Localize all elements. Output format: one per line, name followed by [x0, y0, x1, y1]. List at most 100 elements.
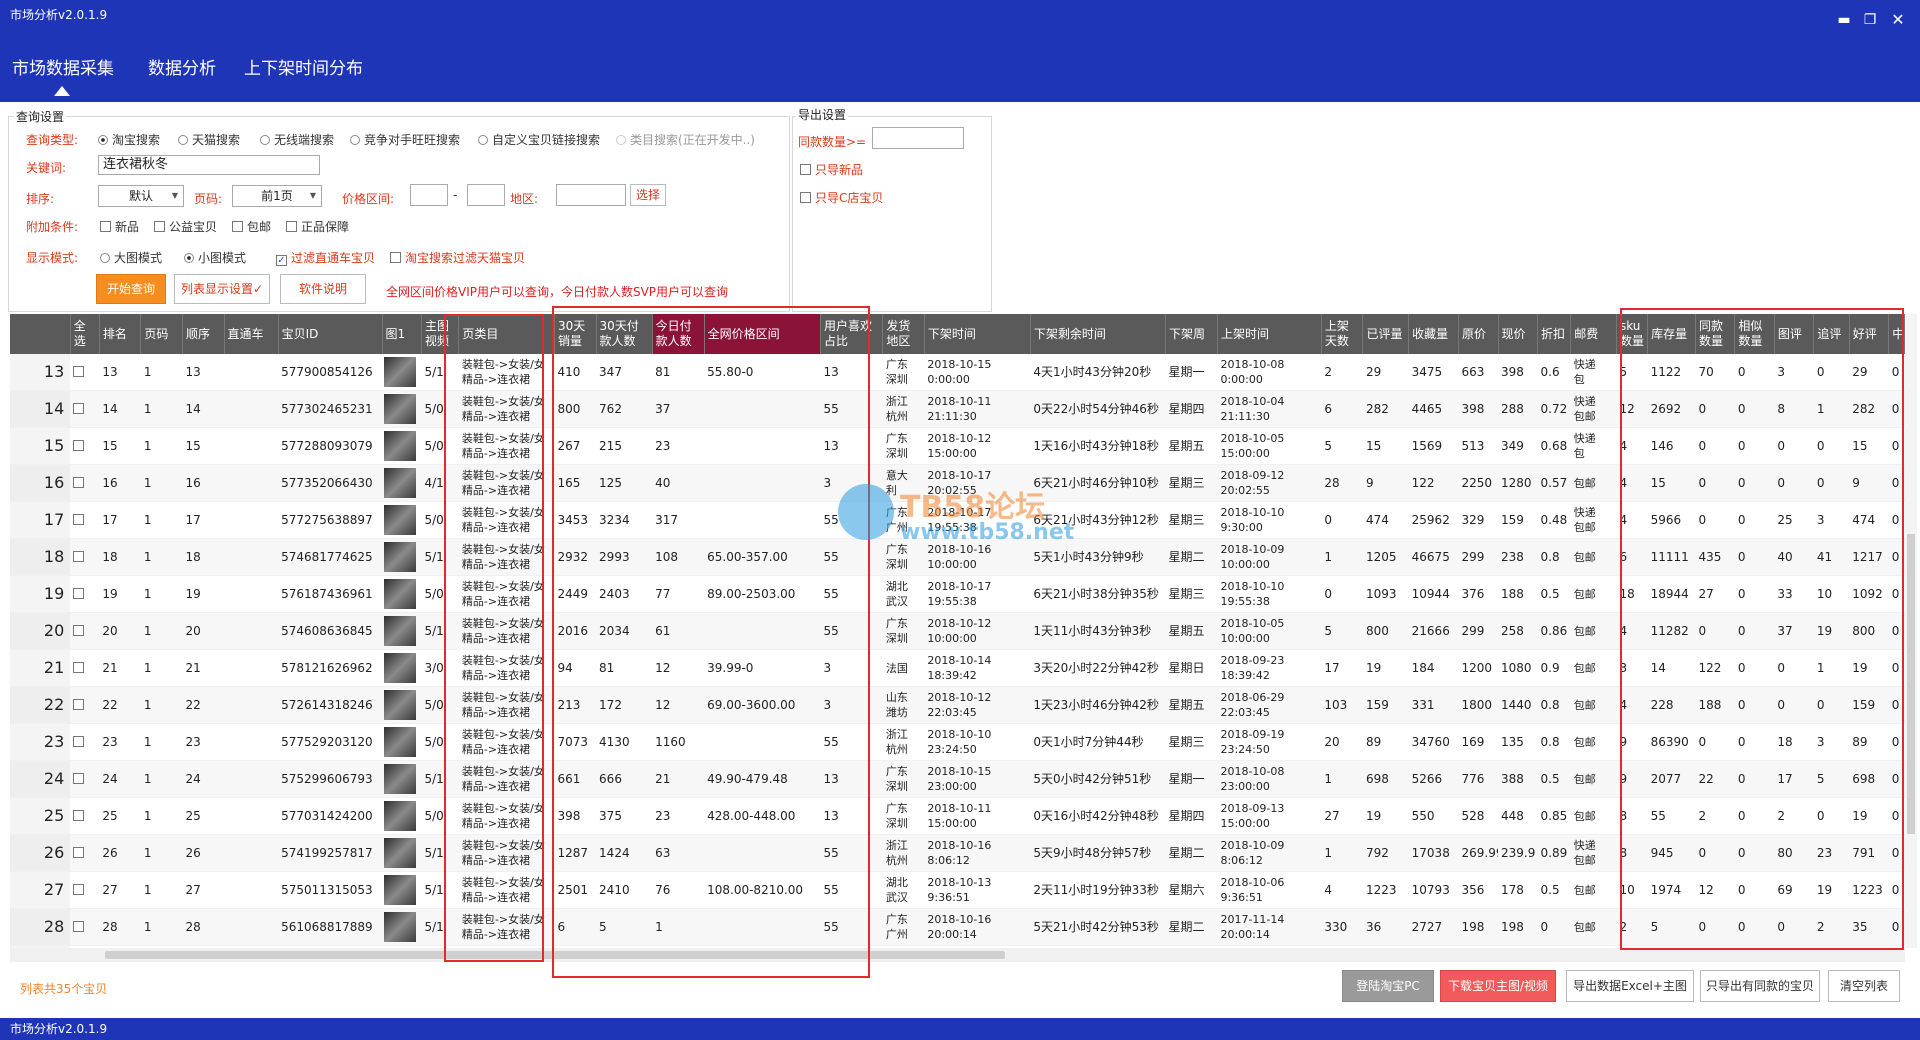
row-checkbox-icon[interactable] — [73, 477, 85, 488]
price-min-input[interactable] — [410, 184, 448, 206]
item-thumbnail[interactable] — [384, 764, 416, 794]
table-row[interactable]: 18 18 1 18 574681774625 5/1 装鞋包->女装/女 精品->连衣裙 29… — [10, 538, 1905, 576]
table-row[interactable]: 26 26 1 26 574199257817 5/1 装鞋包->女装/女 精品->连衣裙 12… — [10, 834, 1905, 872]
table-row[interactable]: 14 14 1 14 577302465231 5/0 装鞋包->女装/女 精品->连衣裙 80… — [10, 390, 1905, 428]
header-good-reviews[interactable]: 好评 — [1849, 314, 1890, 354]
cell-image[interactable] — [382, 649, 422, 687]
header-on-time[interactable]: 上架时间 — [1217, 314, 1322, 354]
cell-image[interactable] — [382, 575, 422, 613]
row-checkbox[interactable] — [70, 797, 100, 835]
export-same-items-button[interactable]: 只导出有同款的宝贝 — [1700, 970, 1820, 1002]
cell-image[interactable] — [382, 354, 422, 391]
table-row[interactable]: 23 23 1 23 577529203120 5/0 装鞋包->女装/女 精品->连衣裙 70… — [10, 723, 1905, 761]
header-postage[interactable]: 邮费 — [1570, 314, 1617, 354]
vertical-scroll-thumb[interactable] — [1907, 534, 1915, 834]
row-checkbox-icon[interactable] — [73, 514, 85, 525]
row-checkbox-icon[interactable] — [73, 662, 85, 673]
checkbox-only-c-store[interactable]: 只导C店宝贝 — [800, 189, 883, 206]
cell-image[interactable] — [382, 464, 422, 502]
page-select[interactable]: 前1页 ▼ — [232, 185, 322, 207]
radio-large-image-mode[interactable]: 大图模式 — [100, 249, 162, 266]
cell-image[interactable] — [382, 797, 422, 835]
radio-tmall-search[interactable]: 天猫搜索 — [178, 131, 240, 148]
table-row[interactable]: 28 28 1 28 561068817889 5/1 装鞋包->女装/女 精品->连衣裙 6 5… — [10, 908, 1905, 946]
keyword-input[interactable]: 连衣裙秋冬 — [98, 155, 320, 175]
header-original-price[interactable]: 原价 — [1458, 314, 1499, 354]
price-max-input[interactable] — [467, 184, 505, 206]
item-thumbnail[interactable] — [384, 616, 416, 646]
header-rank[interactable]: 排名 — [99, 314, 142, 354]
checkbox-genuine[interactable]: 正品保障 — [286, 218, 349, 235]
clear-list-button[interactable]: 清空列表 — [1828, 970, 1900, 1002]
start-query-button[interactable]: 开始查询 — [96, 274, 166, 304]
cell-image[interactable] — [382, 686, 422, 724]
header-price-range[interactable]: 全网价格区间 — [704, 314, 822, 354]
row-checkbox-icon[interactable] — [73, 699, 85, 710]
cell-image[interactable] — [382, 760, 422, 798]
header-sku-count[interactable]: sku数量 — [1616, 314, 1649, 354]
row-checkbox-icon[interactable] — [73, 921, 85, 932]
table-row[interactable]: 22 22 1 22 572614318246 5/0 装鞋包->女装/女 精品->连衣裙 21… — [10, 686, 1905, 724]
header-select-all[interactable]: 全选 — [70, 314, 100, 354]
header-main-video[interactable]: 主图视频 — [421, 314, 460, 354]
radio-competitor-search[interactable]: 竞争对手旺旺搜索 — [350, 131, 460, 148]
row-checkbox-icon[interactable] — [73, 884, 85, 895]
item-thumbnail[interactable] — [384, 912, 416, 942]
row-checkbox[interactable] — [70, 760, 100, 798]
header-current-price[interactable]: 现价 — [1498, 314, 1539, 354]
cell-image[interactable] — [382, 908, 422, 946]
header-off-week[interactable]: 下架周 — [1165, 314, 1218, 354]
header-off-time[interactable]: 下架时间 — [924, 314, 1031, 354]
horizontal-scroll-thumb[interactable] — [105, 951, 1005, 959]
item-thumbnail[interactable] — [384, 727, 416, 757]
table-row[interactable]: 15 15 1 15 577288093079 5/0 装鞋包->女装/女 精品->连衣裙 26… — [10, 427, 1905, 465]
header-payers-30d[interactable]: 30天付款人数 — [596, 314, 653, 354]
row-checkbox[interactable] — [70, 538, 100, 576]
item-thumbnail[interactable] — [384, 801, 416, 831]
table-row[interactable]: 16 16 1 16 577352066430 4/1 装鞋包->女装/女 精品->连衣裙 16… — [10, 464, 1905, 502]
row-checkbox[interactable] — [70, 390, 100, 428]
region-input[interactable] — [556, 184, 626, 206]
header-payers-today[interactable]: 今日付款人数 — [652, 314, 705, 354]
checkbox-filter-tmall[interactable]: 淘宝搜索过滤天猫宝贝 — [390, 249, 525, 266]
same-count-input[interactable] — [872, 127, 964, 149]
header-same-count[interactable]: 同款数量 — [1695, 314, 1736, 354]
table-row[interactable]: 27 27 1 27 575011315053 5/1 装鞋包->女装/女 精品->连衣裙 25… — [10, 871, 1905, 909]
horizontal-scrollbar[interactable] — [10, 948, 1905, 962]
region-choose-button[interactable]: 选择 — [630, 184, 666, 206]
item-thumbnail[interactable] — [384, 468, 416, 498]
row-checkbox[interactable] — [70, 908, 100, 946]
minimize-icon[interactable]: ▬ — [1834, 10, 1854, 30]
row-checkbox-icon[interactable] — [73, 810, 85, 821]
table-row[interactable]: 17 17 1 17 577275638897 5/0 装鞋包->女装/女 精品->连衣裙 34… — [10, 501, 1905, 539]
header-favorites[interactable]: 收藏量 — [1408, 314, 1460, 354]
table-row[interactable]: 13 13 1 13 577900854126 5/1 装鞋包->女装/女 精品->连衣裙 41… — [10, 354, 1905, 391]
checkbox-free-shipping[interactable]: 包邮 — [232, 218, 271, 235]
row-checkbox-icon[interactable] — [73, 440, 85, 451]
item-thumbnail[interactable] — [384, 505, 416, 535]
checkbox-new[interactable]: 新品 — [100, 218, 139, 235]
header-on-days[interactable]: 上架天数 — [1321, 314, 1364, 354]
header-image[interactable]: 图1 — [382, 314, 422, 354]
cell-image[interactable] — [382, 612, 422, 650]
export-excel-button[interactable]: 导出数据Excel+主图 — [1566, 970, 1694, 1002]
table-row[interactable]: 24 24 1 24 575299606793 5/1 装鞋包->女装/女 精品->连衣裙 66… — [10, 760, 1905, 798]
header-neutral-reviews[interactable]: 中 — [1888, 314, 1905, 354]
radio-wireless-search[interactable]: 无线端搜索 — [260, 131, 334, 148]
cell-image[interactable] — [382, 427, 422, 465]
checkbox-filter-through-train[interactable]: ✓ 过滤直通车宝贝 — [276, 249, 375, 266]
login-taobao-button[interactable]: 登陆淘宝PC — [1342, 970, 1434, 1002]
item-thumbnail[interactable] — [384, 875, 416, 905]
row-checkbox[interactable] — [70, 871, 100, 909]
header-similar-count[interactable]: 相似数量 — [1734, 314, 1775, 354]
row-checkbox-icon[interactable] — [73, 847, 85, 858]
row-checkbox-icon[interactable] — [73, 403, 85, 414]
row-checkbox-icon[interactable] — [73, 588, 85, 599]
row-checkbox-icon[interactable] — [73, 551, 85, 562]
header-stock[interactable]: 库存量 — [1647, 314, 1696, 354]
radio-custom-link-search[interactable]: 自定义宝贝链接搜索 — [478, 131, 600, 148]
item-thumbnail[interactable] — [384, 690, 416, 720]
table-row[interactable]: 21 21 1 21 578121626962 3/0 装鞋包->女装/女 精品->连衣裙 94… — [10, 649, 1905, 687]
radio-taobao-search[interactable]: 淘宝搜索 — [98, 131, 160, 148]
row-checkbox[interactable] — [70, 686, 100, 724]
